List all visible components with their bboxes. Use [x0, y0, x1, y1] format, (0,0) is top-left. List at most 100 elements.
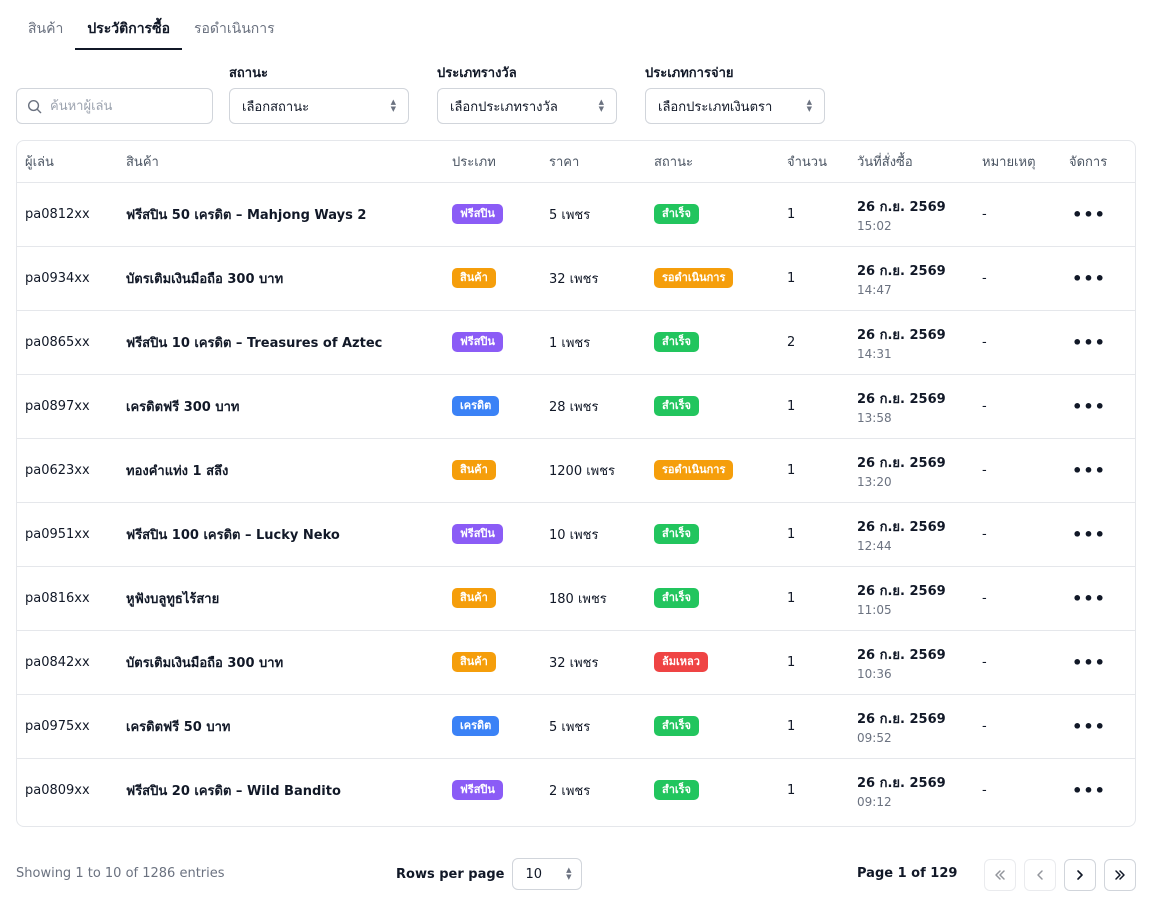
more-actions-icon[interactable]: ••• [1069, 333, 1109, 352]
tab-purchase-history[interactable]: ประวัติการซื้อ [75, 10, 182, 50]
column-header-status[interactable]: สถานะ [646, 141, 779, 183]
price-cell: 28 เพชร [541, 374, 646, 439]
more-actions-icon[interactable]: ••• [1069, 397, 1109, 416]
order-date-cell: 26 ก.ย. 2569 13:20 [849, 438, 974, 503]
product-cell: ฟรีสปิน 20 เครดิต – Wild Bandito [126, 783, 341, 799]
rows-per-page-label: Rows per page [396, 866, 505, 882]
column-header-price[interactable]: ราคา [541, 141, 646, 183]
order-date-cell: 26 ก.ย. 2569 14:31 [849, 310, 974, 375]
rows-per-page-select[interactable]: 10 ▲ ▼ [512, 858, 583, 890]
note-cell: - [974, 630, 1061, 695]
chevrons-left-icon [995, 870, 1005, 880]
reward-type-filter-label: ประเภทรางวัล [437, 66, 517, 81]
payment-type-filter: ประเภทการจ่าย เลือกประเภทเงินตรา ▲ ▼ [645, 64, 825, 124]
more-actions-icon[interactable]: ••• [1069, 461, 1109, 480]
player-cell: pa0934xx [17, 246, 118, 311]
chevron-up-down-icon: ▲ ▼ [390, 98, 396, 113]
note-cell: - [974, 374, 1061, 439]
order-date-cell: 26 ก.ย. 2569 14:47 [849, 246, 974, 311]
price-cell: 1 เพชร [541, 310, 646, 375]
order-date: 26 ก.ย. 2569 [857, 327, 946, 343]
search-box[interactable] [16, 88, 213, 124]
tab-pending[interactable]: รอดำเนินการ [182, 10, 287, 50]
order-date-cell: 26 ก.ย. 2569 09:52 [849, 694, 974, 759]
column-header-actions: จัดการ [1061, 141, 1135, 183]
product-cell: ฟรีสปิน 100 เครดิต – Lucky Neko [118, 502, 444, 567]
purchase-history-table: ผู้เล่น สินค้า ประเภท ราคา สถานะ จำนวน ว… [16, 140, 1136, 827]
note-cell: - [974, 310, 1061, 375]
player-cell: pa0951xx [17, 502, 118, 567]
order-time: 13:20 [857, 474, 892, 489]
product-cell: บัตรเติมเงินมือถือ 300 บาท [118, 246, 444, 311]
more-actions-icon[interactable]: ••• [1069, 525, 1109, 544]
type-badge: ฟรีสปิน [452, 332, 503, 352]
last-page-button[interactable] [1104, 859, 1136, 891]
quantity-cell: 1 [779, 374, 849, 439]
next-page-button[interactable] [1064, 859, 1096, 891]
table-row: pa0809xx ฟรีสปิน 20 เครดิต – Wild Bandit… [17, 758, 1135, 822]
chevrons-right-icon [1115, 870, 1125, 880]
more-actions-icon[interactable]: ••• [1069, 717, 1109, 736]
first-page-button[interactable] [984, 859, 1016, 891]
order-date-cell: 26 ก.ย. 2569 10:36 [849, 630, 974, 695]
table-row: pa0975xx เครดิตฟรี 50 บาท เครดิต 5 เพชร … [17, 694, 1135, 759]
status-badge: ล้มเหลว [654, 652, 708, 672]
status-select[interactable]: เลือกสถานะ ▲ ▼ [229, 88, 409, 124]
more-actions-icon[interactable]: ••• [1069, 589, 1109, 608]
search-input[interactable] [50, 98, 200, 114]
page-indicator: Page 1 of 129 [857, 866, 958, 881]
player-cell: pa0865xx [17, 310, 118, 375]
type-badge: ฟรีสปิน [452, 780, 503, 801]
chevron-up-down-icon: ▲ ▼ [598, 98, 604, 113]
filter-bar: สถานะ เลือกสถานะ ▲▼ ประเภทรางวัล เลือกปร… [16, 64, 1136, 126]
note-cell: - [982, 782, 987, 798]
order-time: 10:36 [857, 666, 892, 681]
chevron-up-down-icon: ▲ ▼ [566, 866, 572, 881]
column-header-product[interactable]: สินค้า [118, 141, 444, 183]
player-cell: pa0842xx [17, 630, 118, 695]
order-date-cell: 26 ก.ย. 2569 13:58 [849, 374, 974, 439]
order-date: 26 ก.ย. 2569 [857, 583, 946, 599]
entries-summary: Showing 1 to 10 of 1286 entries [16, 866, 225, 881]
type-badge: เครดิต [452, 396, 500, 416]
rows-per-page-value: 10 [525, 866, 543, 882]
quantity-cell: 2 [779, 310, 849, 375]
more-actions-icon[interactable]: ••• [1069, 269, 1109, 288]
more-actions-icon[interactable]: ••• [1069, 781, 1109, 800]
quantity-cell: 1 [787, 782, 796, 798]
column-header-type[interactable]: ประเภท [444, 141, 541, 183]
column-header-note[interactable]: หมายเหตุ [974, 141, 1061, 183]
tab-products[interactable]: สินค้า [16, 10, 75, 50]
column-header-quantity[interactable]: จำนวน [779, 141, 849, 183]
note-cell: - [974, 246, 1061, 311]
status-badge: สำเร็จ [654, 716, 700, 736]
chevron-up-down-icon: ▲ ▼ [806, 98, 812, 113]
order-date: 26 ก.ย. 2569 [857, 647, 946, 663]
payment-type-select[interactable]: เลือกประเภทเงินตรา ▲ ▼ [645, 88, 825, 124]
status-badge: สำเร็จ [654, 396, 700, 416]
column-header-player[interactable]: ผู้เล่น [17, 141, 118, 183]
order-time: 14:31 [857, 346, 892, 361]
quantity-cell: 1 [779, 502, 849, 567]
product-cell: ทองคำแท่ง 1 สลึง [118, 438, 444, 503]
chevron-left-icon [1037, 870, 1043, 880]
order-date: 26 ก.ย. 2569 [857, 199, 946, 215]
reward-type-select[interactable]: เลือกประเภทรางวัล ▲ ▼ [437, 88, 617, 124]
more-actions-icon[interactable]: ••• [1069, 205, 1109, 224]
player-cell: pa0809xx [25, 782, 90, 798]
price-cell: 1200 เพชร [541, 438, 646, 503]
column-header-order-date[interactable]: วันที่สั่งซื้อ [849, 141, 974, 183]
quantity-cell: 1 [779, 438, 849, 503]
order-time: 12:44 [857, 538, 892, 553]
type-badge: สินค้า [452, 268, 496, 288]
order-date: 26 ก.ย. 2569 [857, 263, 946, 279]
player-cell: pa0812xx [17, 182, 118, 247]
quantity-cell: 1 [779, 630, 849, 695]
quantity-cell: 1 [779, 694, 849, 759]
previous-page-button[interactable] [1024, 859, 1056, 891]
more-actions-icon[interactable]: ••• [1069, 653, 1109, 672]
payment-type-filter-label: ประเภทการจ่าย [645, 66, 734, 81]
note-cell: - [974, 502, 1061, 567]
note-cell: - [974, 438, 1061, 503]
order-date: 26 ก.ย. 2569 [857, 391, 946, 407]
